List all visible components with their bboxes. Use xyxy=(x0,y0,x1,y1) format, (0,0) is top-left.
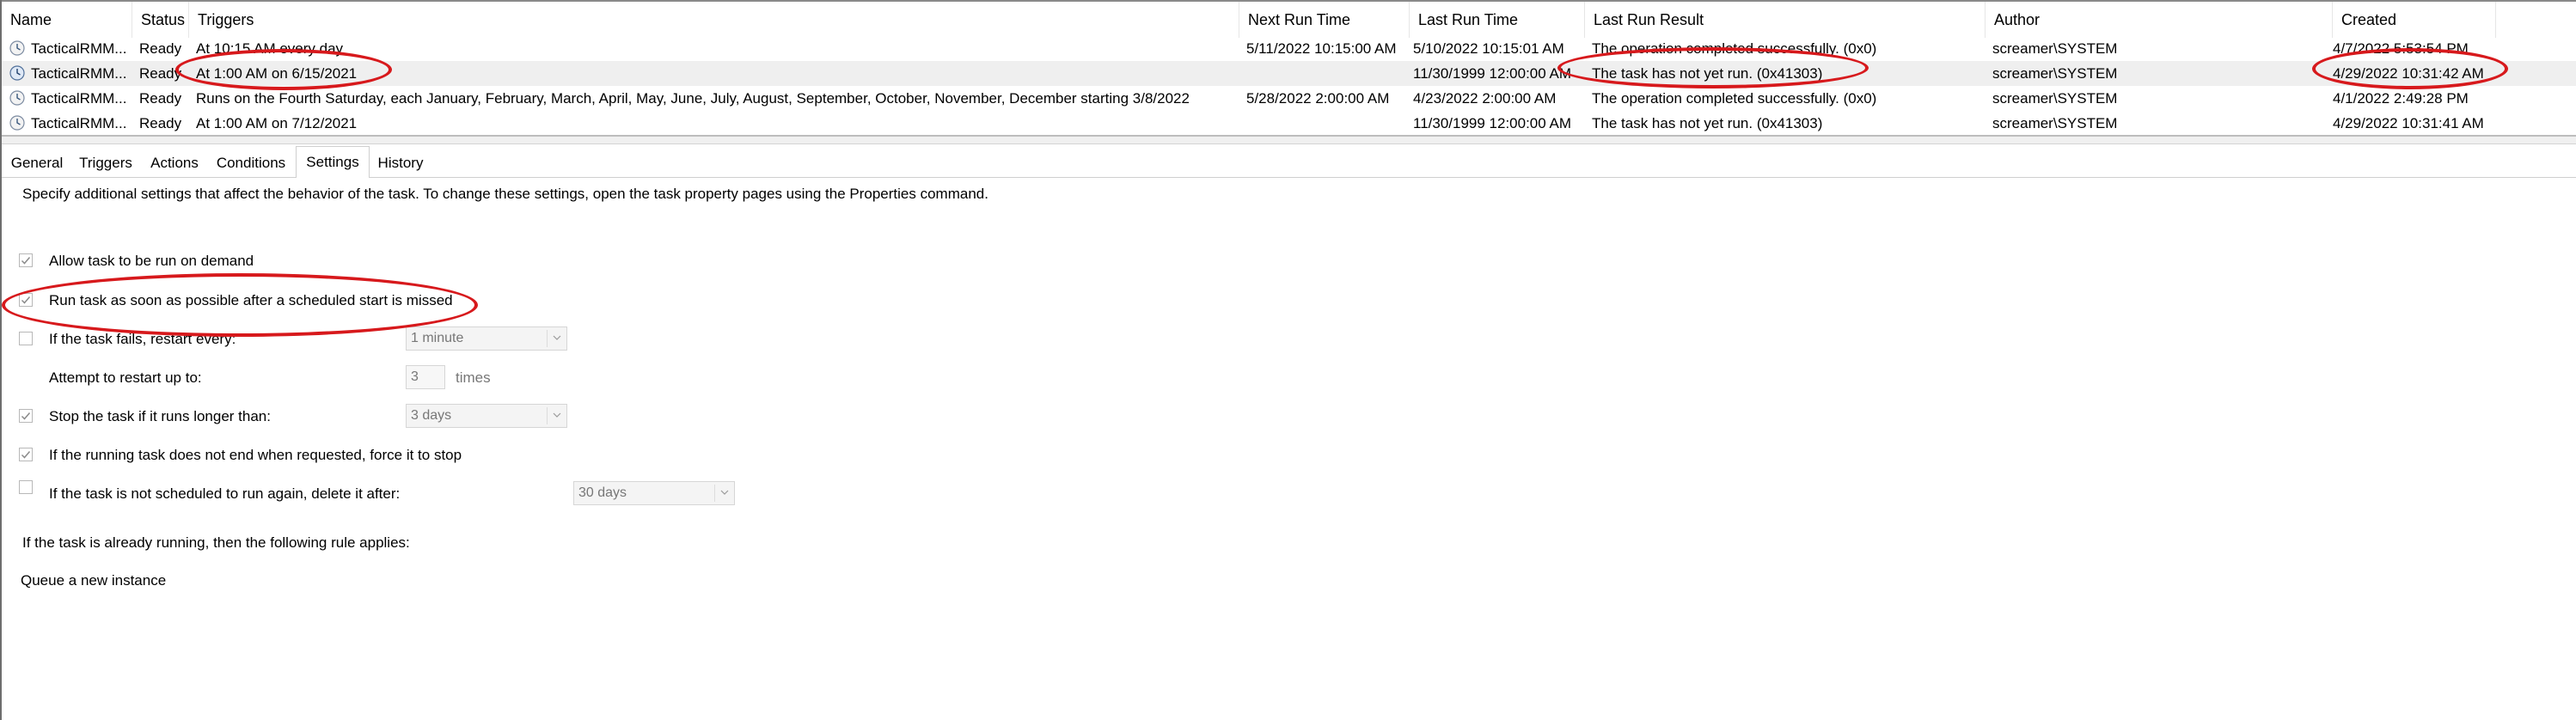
settings-intro-text: Specify additional settings that affect … xyxy=(22,186,988,202)
checkmark-icon xyxy=(21,296,31,304)
delete-after-dropdown[interactable]: 30 days xyxy=(573,481,735,505)
table-row[interactable]: TacticalRMM... Ready At 1:00 AM on 6/15/… xyxy=(2,61,2576,86)
clock-icon xyxy=(9,65,25,81)
tab-general[interactable]: General xyxy=(5,149,69,177)
allow-on-demand-label: Allow task to be run on demand xyxy=(49,253,254,269)
task-last-run-time: 11/30/1999 12:00:00 AM xyxy=(1413,115,1572,131)
task-name: TacticalRMM... xyxy=(31,115,127,131)
task-created: 4/29/2022 10:31:42 AM xyxy=(2333,65,2484,82)
task-name: TacticalRMM... xyxy=(31,40,127,57)
task-next-run-time: 5/11/2022 10:15:00 AM xyxy=(1246,40,1397,57)
attempt-count-input[interactable]: 3 xyxy=(406,365,445,389)
stop-if-longer-label: Stop the task if it runs longer than: xyxy=(49,408,271,424)
restart-interval-value: 1 minute xyxy=(411,331,464,345)
clock-icon xyxy=(9,40,25,56)
task-author: screamer\SYSTEM xyxy=(1992,65,2118,82)
column-header-triggers[interactable]: Triggers xyxy=(189,2,1239,38)
restart-interval-dropdown[interactable]: 1 minute xyxy=(406,326,567,351)
column-header-last-run-time[interactable]: Last Run Time xyxy=(1410,2,1585,38)
task-name: TacticalRMM... xyxy=(31,65,127,82)
checkmark-icon xyxy=(21,451,31,459)
task-last-run-result: The operation completed successfully. (0… xyxy=(1592,90,1877,107)
chevron-down-icon xyxy=(720,490,729,495)
restart-every-checkbox[interactable] xyxy=(19,332,33,345)
clock-icon xyxy=(9,90,25,106)
chevron-down-icon xyxy=(553,412,561,418)
checkmark-icon xyxy=(21,412,31,420)
settings-panel: Specify additional settings that affect … xyxy=(2,179,2576,720)
task-triggers: At 1:00 AM on 6/15/2021 xyxy=(196,65,358,82)
task-last-run-result: The task has not yet run. (0x41303) xyxy=(1592,115,1823,131)
task-last-run-result: The task has not yet run. (0x41303) xyxy=(1592,65,1823,82)
tab-actions[interactable]: Actions xyxy=(143,149,206,177)
restart-every-label: If the task fails, restart every: xyxy=(49,331,236,347)
dropdown-separator xyxy=(547,407,548,424)
column-header-author[interactable]: Author xyxy=(1986,2,2333,38)
task-status: Ready xyxy=(139,90,182,107)
task-status: Ready xyxy=(139,40,182,57)
task-next-run-time xyxy=(1246,61,1410,86)
allow-on-demand-checkbox[interactable] xyxy=(19,253,33,267)
delete-after-value: 30 days xyxy=(578,485,627,500)
task-author: screamer\SYSTEM xyxy=(1992,90,2118,107)
checkmark-icon xyxy=(21,257,31,265)
run-asap-checkbox[interactable] xyxy=(19,293,33,307)
running-rule-value: Queue a new instance xyxy=(21,572,167,589)
pane-splitter[interactable] xyxy=(2,137,2576,144)
clock-icon xyxy=(9,115,25,131)
task-author: screamer\SYSTEM xyxy=(1992,115,2118,131)
dropdown-separator xyxy=(547,330,548,347)
task-triggers: Runs on the Fourth Saturday, each Januar… xyxy=(196,90,1190,107)
task-triggers: At 1:00 AM on 7/12/2021 xyxy=(196,115,358,131)
tab-history[interactable]: History xyxy=(371,149,430,177)
table-row[interactable]: TacticalRMM... Ready At 10:15 AM every d… xyxy=(2,36,2576,61)
column-header-next-run-time[interactable]: Next Run Time xyxy=(1239,2,1410,38)
stop-duration-value: 3 days xyxy=(411,408,452,423)
force-stop-checkbox[interactable] xyxy=(19,448,33,461)
task-next-run-time xyxy=(1246,111,1410,136)
tab-triggers[interactable]: Triggers xyxy=(70,149,141,177)
stop-if-longer-checkbox[interactable] xyxy=(19,409,33,423)
task-last-run-time: 5/10/2022 10:15:01 AM xyxy=(1413,40,1564,57)
task-detail-tabs: General Triggers Actions Conditions Sett… xyxy=(2,144,2576,179)
times-label: times xyxy=(456,369,491,386)
column-header-last-run-result[interactable]: Last Run Result xyxy=(1585,2,1986,38)
force-stop-label: If the running task does not end when re… xyxy=(49,447,462,463)
column-header-status[interactable]: Status xyxy=(132,2,189,38)
task-scheduler-window: Name Status Triggers Next Run Time Last … xyxy=(0,0,2576,720)
task-next-run-time: 5/28/2022 2:00:00 AM xyxy=(1246,90,1390,107)
attempt-restart-label: Attempt to restart up to: xyxy=(49,369,202,386)
column-header-name[interactable]: Name xyxy=(2,2,132,38)
stop-duration-dropdown[interactable]: 3 days xyxy=(406,404,567,428)
delete-after-checkbox[interactable] xyxy=(19,480,33,494)
chevron-down-icon xyxy=(553,335,561,340)
task-author: screamer\SYSTEM xyxy=(1992,40,2118,57)
run-asap-label: Run task as soon as possible after a sch… xyxy=(49,292,453,308)
task-last-run-result: The operation completed successfully. (0… xyxy=(1592,40,1877,57)
task-created: 4/7/2022 5:53:54 PM xyxy=(2333,40,2469,57)
column-header-created[interactable]: Created xyxy=(2333,2,2496,38)
table-row[interactable]: TacticalRMM... Ready At 1:00 AM on 7/12/… xyxy=(2,111,2576,136)
task-created: 4/1/2022 2:49:28 PM xyxy=(2333,90,2469,107)
tab-strip-divider xyxy=(2,177,2576,178)
task-last-run-time: 11/30/1999 12:00:00 AM xyxy=(1413,65,1572,82)
delete-after-label: If the task is not scheduled to run agai… xyxy=(49,485,401,502)
task-created: 4/29/2022 10:31:41 AM xyxy=(2333,115,2484,131)
task-status: Ready xyxy=(139,115,182,131)
running-rule-label: If the task is already running, then the… xyxy=(22,534,410,551)
task-list[interactable]: Name Status Triggers Next Run Time Last … xyxy=(2,2,2576,135)
dropdown-separator xyxy=(714,485,715,502)
tab-settings[interactable]: Settings xyxy=(296,146,370,178)
task-status: Ready xyxy=(139,65,182,82)
task-triggers: At 10:15 AM every day xyxy=(196,40,344,57)
table-row[interactable]: TacticalRMM... Ready Runs on the Fourth … xyxy=(2,86,2576,111)
task-name: TacticalRMM... xyxy=(31,90,127,107)
tab-conditions[interactable]: Conditions xyxy=(208,149,294,177)
task-last-run-time: 4/23/2022 2:00:00 AM xyxy=(1413,90,1557,107)
